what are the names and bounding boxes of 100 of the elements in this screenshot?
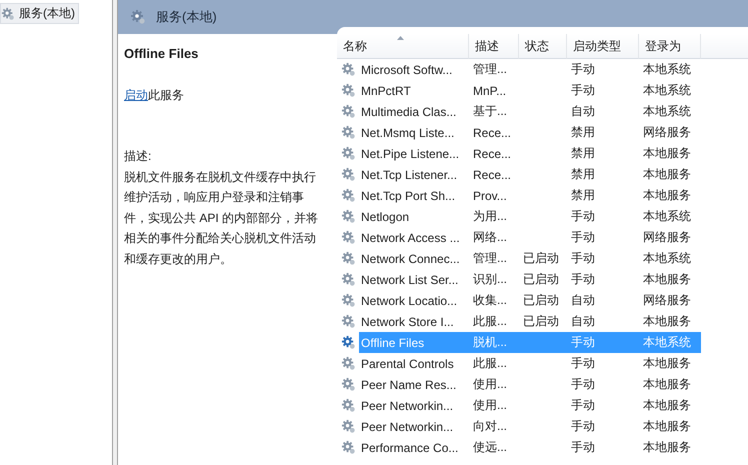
- column-header[interactable]: 描述: [469, 34, 519, 59]
- table-cell-text: 本地系统: [642, 103, 692, 120]
- table-cell-text: Rece...: [472, 146, 512, 162]
- gear-icon: [341, 356, 356, 371]
- sort-arrow-icon: [397, 36, 404, 40]
- table-cell-text: 手动: [570, 208, 596, 225]
- service-name-cell[interactable]: MnPctRT: [359, 80, 469, 101]
- gear-icon: [341, 125, 356, 140]
- table-cell-text: 手动: [570, 229, 596, 246]
- table-cell-text: 本地服务: [642, 418, 692, 435]
- table-cell-text: 手动: [570, 271, 596, 288]
- service-name-cell[interactable]: Peer Networkin...: [359, 416, 469, 437]
- start-service-text: 启动此服务: [124, 87, 185, 104]
- gear-icon: [341, 293, 356, 308]
- table-cell-text: 向对...: [472, 418, 508, 435]
- service-name-cell[interactable]: Multimedia Clas...: [359, 101, 469, 122]
- start-link[interactable]: 启动: [124, 88, 148, 102]
- service-name-cell[interactable]: Performance Co...: [359, 437, 469, 458]
- table-cell-text: 本地服务: [642, 271, 692, 288]
- column-header[interactable]: 状态: [519, 34, 567, 59]
- table-cell-text: 使用...: [472, 397, 508, 414]
- service-name-cell[interactable]: Network List Ser...: [359, 269, 469, 290]
- service-name-cell[interactable]: Microsoft Softw...: [359, 59, 469, 80]
- gear-icon: [130, 9, 146, 25]
- table-cell-text: 基于...: [472, 103, 508, 120]
- table-cell-text: 已启动: [522, 313, 560, 330]
- table-cell-text: 手动: [570, 439, 596, 456]
- table-cell-text: 自动: [570, 103, 596, 120]
- table-cell-text: 禁用: [570, 187, 596, 204]
- table-cell-text: 网络服务: [642, 229, 692, 246]
- service-name-cell[interactable]: Net.Msmq Liste...: [359, 122, 469, 143]
- table-cell-text: 已启动: [522, 271, 560, 288]
- table-cell-text: 已启动: [522, 292, 560, 309]
- gear-icon: [341, 377, 356, 392]
- gear-icon: [341, 314, 356, 329]
- gear-icon: [341, 230, 356, 245]
- table-cell-text: 本地服务: [642, 145, 692, 162]
- table-cell-text: MnP...: [472, 82, 508, 100]
- table-cell-text: 管理...: [472, 61, 508, 78]
- service-name: Offline Files: [124, 46, 200, 61]
- table-cell-text: 手动: [570, 397, 596, 414]
- pane-title: 服务(本地): [156, 8, 217, 26]
- table-cell-text: 手动: [570, 418, 596, 435]
- table-cell-text: Prov...: [472, 188, 508, 204]
- table-cell-text: 管理...: [472, 250, 508, 267]
- tree-item[interactable]: 服务(本地): [0, 3, 79, 24]
- table-cell-text: 此服...: [472, 355, 508, 372]
- table-cell: 本地系统: [639, 332, 701, 353]
- table-cell-text: 本地服务: [642, 166, 692, 183]
- gear-icon: [341, 335, 356, 350]
- table-cell-text: 手动: [570, 61, 596, 78]
- table-cell-text: 本地系统: [642, 208, 692, 225]
- description-text: 脱机文件服务在脱机文件缓存中执行维护活动，响应用户登录和注销事件，实现公共 API 的内部部分，并将相关的事件分配给关心脱机文件活动和缓存更改的用户。: [124, 168, 320, 268]
- table-cell-text: 手动: [570, 376, 596, 393]
- gear-icon: [341, 83, 356, 98]
- table-cell-text: 为用...: [472, 208, 508, 225]
- table-cell-text: 禁用: [570, 166, 596, 183]
- service-name-cell[interactable]: Peer Name Res...: [359, 374, 469, 395]
- gear-icon: [341, 209, 356, 224]
- table-cell-text: 禁用: [570, 145, 596, 162]
- table-cell-text: 本地系统: [642, 61, 692, 78]
- service-name-cell[interactable]: Net.Pipe Listene...: [359, 143, 469, 164]
- table-cell-text: 手动: [570, 82, 596, 99]
- description-label: 描述:: [124, 148, 152, 165]
- service-name-cell[interactable]: Parental Controls: [359, 353, 469, 374]
- service-name-cell[interactable]: Network Connec...: [359, 248, 469, 269]
- table-cell-text: 此服...: [472, 313, 508, 330]
- gear-icon: [341, 167, 356, 182]
- table-cell-text: 本地服务: [642, 355, 692, 372]
- table-cell-text: 收集...: [472, 292, 508, 309]
- service-name-cell[interactable]: Net.Tcp Port Sh...: [359, 185, 469, 206]
- table-cell-text: 手动: [570, 250, 596, 267]
- gear-icon: [341, 398, 356, 413]
- gear-icon: [341, 419, 356, 434]
- service-name-cell[interactable]: Peer Networkin...: [359, 395, 469, 416]
- service-name-cell[interactable]: Network Store I...: [359, 311, 469, 332]
- table-cell: 手动: [567, 332, 639, 353]
- gear-icon: [341, 251, 356, 266]
- column-header[interactable]: 名称: [337, 34, 469, 59]
- table-cell-text: 本地服务: [642, 397, 692, 414]
- column-header[interactable]: 启动类型: [567, 34, 639, 59]
- table-cell-text: 本地系统: [642, 82, 692, 99]
- column-header[interactable]: 登录为: [639, 34, 701, 59]
- gear-icon: [341, 272, 356, 287]
- table-cell-text: 本地服务: [642, 376, 692, 393]
- table-cell-text: 网络服务: [642, 124, 692, 141]
- service-name-cell[interactable]: Netlogon: [359, 206, 469, 227]
- service-name-cell[interactable]: Net.Tcp Listener...: [359, 164, 469, 185]
- table-cell-text: Rece...: [472, 124, 512, 142]
- gear-icon: [341, 188, 356, 203]
- table-cell-text: 自动: [570, 292, 596, 309]
- service-name-cell[interactable]: Network Access ...: [359, 227, 469, 248]
- table-cell-text: 使远...: [472, 439, 508, 456]
- service-name-cell[interactable]: Network Locatio...: [359, 290, 469, 311]
- gear-icon: [341, 440, 356, 455]
- gear-icon: [1, 6, 15, 20]
- table-cell-text: 本地服务: [642, 187, 692, 204]
- table-cell-text: 本地服务: [642, 439, 692, 456]
- table-cell-text: 自动: [570, 313, 596, 330]
- table-cell-text: 手动: [570, 355, 596, 372]
